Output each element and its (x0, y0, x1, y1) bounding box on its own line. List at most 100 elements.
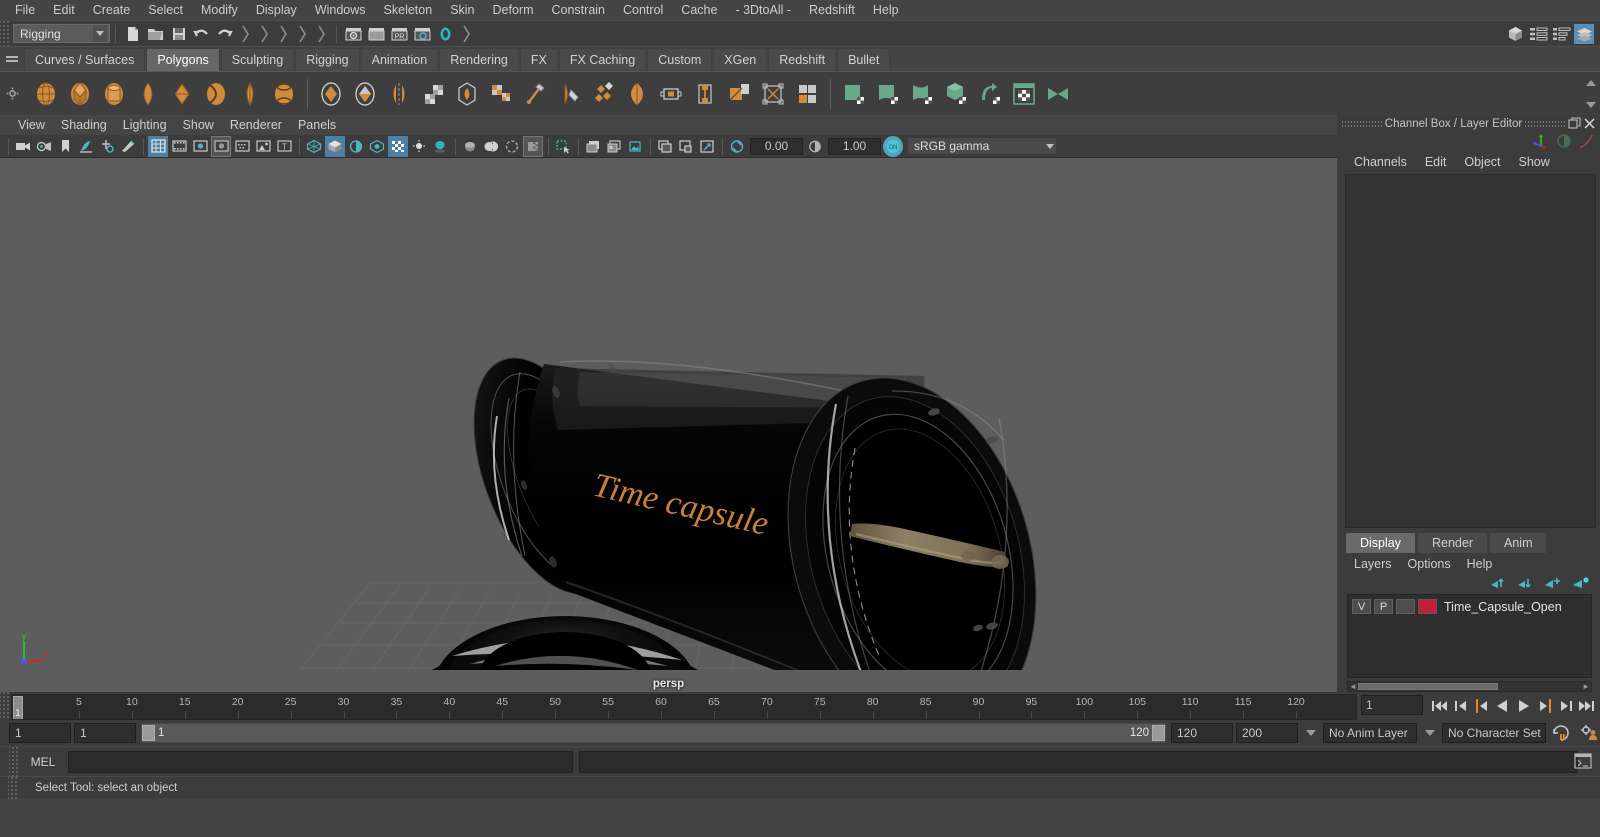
view-sequence-icon[interactable] (604, 136, 624, 157)
camera-attributes-icon[interactable] (34, 136, 54, 157)
viewport-menu-lighting[interactable]: Lighting (115, 116, 175, 134)
viewport-menu-panels[interactable]: Panels (290, 116, 344, 134)
shaded-wireframe-icon[interactable] (346, 136, 366, 157)
film-origin-icon[interactable] (232, 136, 252, 157)
menu-3dtoall[interactable]: - 3DtoAll - (726, 1, 800, 19)
layer-tab-display[interactable]: Display (1345, 532, 1416, 553)
poly-target-weld-icon[interactable] (587, 77, 619, 111)
poly-transfer-icon[interactable] (689, 77, 721, 111)
scroll-right-icon[interactable]: ► (1581, 682, 1591, 691)
safe-title-icon[interactable]: T (274, 136, 294, 157)
command-input[interactable] (68, 750, 573, 773)
new-layer-from-selected-icon[interactable] (1572, 576, 1590, 593)
menu-skin[interactable]: Skin (441, 1, 483, 19)
range-start-time-field[interactable]: 1 (74, 723, 136, 743)
exposure-icon[interactable] (727, 136, 747, 157)
uv-planar-icon[interactable] (906, 77, 938, 111)
poly-smooth-icon[interactable] (621, 77, 653, 111)
grease-pencil-icon[interactable] (118, 136, 138, 157)
scroll-up-icon[interactable] (1586, 80, 1596, 86)
layer-tab-render[interactable]: Render (1417, 532, 1488, 553)
view-image-icon[interactable] (625, 136, 645, 157)
menu-deform[interactable]: Deform (484, 1, 543, 19)
play-backwards-icon[interactable] (1493, 695, 1512, 717)
layer-color-swatch[interactable] (1418, 599, 1437, 614)
poly-cube-icon[interactable] (64, 77, 96, 111)
wireframe-icon[interactable] (304, 136, 324, 157)
layer-state-toggle[interactable] (1396, 599, 1415, 614)
menu-constrain[interactable]: Constrain (543, 1, 615, 19)
chevron-down-icon[interactable] (1301, 723, 1320, 743)
command-line-grip[interactable] (9, 746, 18, 777)
menu-display[interactable]: Display (247, 1, 306, 19)
range-slider-start-handle[interactable] (142, 725, 155, 741)
shadows-icon[interactable] (409, 136, 429, 157)
menu-set-selector[interactable]: Rigging (13, 24, 110, 43)
animation-end-time-field[interactable]: 200 (1236, 723, 1298, 743)
select-by-hierarchy-icon[interactable] (237, 24, 254, 44)
undock-panel-icon[interactable] (1568, 117, 1581, 130)
new-view-icon[interactable] (676, 136, 696, 157)
chevron-down-icon[interactable] (1420, 723, 1439, 743)
exposure-value[interactable]: 0.00 (750, 137, 803, 155)
menu-skeleton[interactable]: Skeleton (375, 1, 442, 19)
layer-list-scrollbar[interactable]: ◄ ► (1347, 681, 1592, 692)
poly-pyramid-icon[interactable] (268, 77, 300, 111)
gate-mask-icon[interactable] (211, 135, 231, 157)
anim-layer-selector[interactable]: No Anim Layer (1323, 723, 1417, 743)
step-back-frame-icon[interactable] (1451, 695, 1470, 717)
redo-icon[interactable] (214, 24, 235, 44)
viewport-menu-shading[interactable]: Shading (53, 116, 115, 134)
new-scene-icon[interactable] (122, 24, 143, 44)
poly-multicut-icon[interactable] (553, 77, 585, 111)
menu-edit[interactable]: Edit (44, 1, 84, 19)
image-plane-icon[interactable] (76, 136, 96, 157)
go-to-start-icon[interactable] (1430, 695, 1449, 717)
menu-create[interactable]: Create (84, 1, 140, 19)
grid-toggle-icon[interactable] (148, 135, 168, 157)
menu-help[interactable]: Help (864, 1, 908, 19)
menu-select[interactable]: Select (139, 1, 192, 19)
undo-icon[interactable] (191, 24, 212, 44)
move-layer-up-icon[interactable] (1490, 576, 1507, 593)
multisample-icon[interactable] (481, 136, 501, 157)
poly-append-icon[interactable] (519, 77, 551, 111)
move-layer-down-icon[interactable] (1517, 576, 1534, 593)
list-item[interactable]: V P Time_Capsule_Open (1350, 598, 1589, 615)
channel-box-menu-channels[interactable]: Channels (1347, 154, 1414, 170)
select-by-component-icon[interactable] (275, 24, 292, 44)
channel-box-menu-object[interactable]: Object (1457, 154, 1507, 170)
xray-icon[interactable] (502, 136, 522, 157)
time-slider-grip[interactable] (0, 692, 9, 720)
shelf-tab-xgen[interactable]: XGen (713, 48, 768, 71)
shelf-tab-fx[interactable]: FX (519, 48, 558, 71)
layer-playback-toggle[interactable]: P (1374, 599, 1393, 614)
command-language-label[interactable]: MEL (24, 755, 62, 769)
poly-bevel-icon[interactable] (451, 77, 483, 111)
attribute-editor-icon[interactable] (1528, 24, 1548, 44)
menu-cache[interactable]: Cache (672, 1, 726, 19)
panel-grip[interactable] (1524, 119, 1566, 128)
layer-menu-options[interactable]: Options (1401, 556, 1458, 572)
shelf-tab-bullet[interactable]: Bullet (837, 48, 891, 71)
go-to-end-icon[interactable] (1577, 695, 1596, 717)
shelf-tab-rendering[interactable]: Rendering (439, 48, 519, 71)
two-d-pan-zoom-icon[interactable] (97, 136, 117, 157)
color-management-dropdown[interactable]: sRGB gamma (907, 137, 1057, 155)
character-set-selector[interactable]: No Character Set (1442, 723, 1546, 743)
viewport-menu-show[interactable]: Show (175, 116, 222, 134)
use-all-lights-icon[interactable] (388, 135, 408, 157)
layer-name[interactable]: Time_Capsule_Open (1444, 600, 1562, 614)
panel-grip[interactable] (1341, 119, 1383, 128)
auto-key-icon[interactable] (1549, 722, 1573, 744)
viewport-snapshot-icon[interactable] (583, 136, 603, 157)
uv-snapshot-icon[interactable] (1008, 77, 1040, 111)
open-scene-icon[interactable] (145, 24, 166, 44)
duplicate-view-icon[interactable] (655, 136, 675, 157)
ipr-render-icon[interactable]: PR (389, 24, 410, 44)
shelf-tab-custom[interactable]: Custom (647, 48, 713, 71)
anim-curve-icon[interactable] (1578, 133, 1594, 152)
channel-box-menu-show[interactable]: Show (1512, 154, 1557, 170)
uv-cut-icon[interactable] (872, 77, 904, 111)
menu-file[interactable]: File (6, 1, 44, 19)
